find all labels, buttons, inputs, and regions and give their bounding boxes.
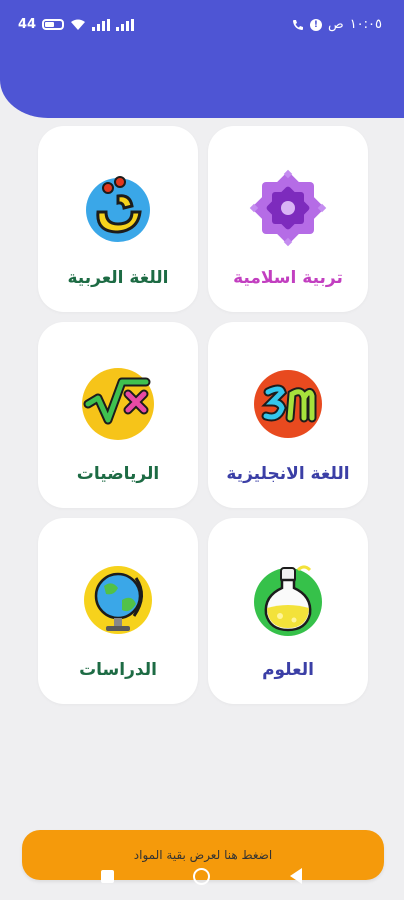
call-icon [292, 19, 303, 30]
subject-card-studies[interactable]: الدراسات [38, 518, 198, 704]
back-icon[interactable] [290, 868, 302, 884]
time: ١٠:٠٥ [349, 17, 382, 32]
wifi-icon [71, 19, 86, 30]
math-sqrt-icon [82, 368, 154, 440]
subject-card-english[interactable]: اللغة الانجليزية [208, 322, 368, 508]
signal-icon-2 [116, 18, 135, 31]
subject-card-science[interactable]: العلوم [208, 518, 368, 704]
recents-icon[interactable] [101, 870, 114, 883]
english-en-icon [254, 370, 322, 438]
battery-icon [42, 19, 65, 30]
status-left: 44 [18, 17, 135, 32]
subject-label-arabic: اللغة العربية [67, 268, 169, 288]
time-period: ص [327, 17, 344, 32]
notification-icon: ! [309, 18, 322, 31]
science-flask-icon [254, 565, 322, 636]
subject-label-math: الرياضيات [76, 464, 160, 484]
status-bar: 44 ! ص ١٠:٠٥ [0, 0, 404, 52]
subject-label-studies: الدراسات [79, 660, 157, 680]
subject-card-math[interactable]: الرياضيات [38, 322, 198, 508]
islamic-star-icon [249, 169, 327, 247]
signal-icon [92, 18, 111, 31]
subject-label-islamic: تربية اسلامية [233, 268, 343, 288]
subject-label-english: اللغة الانجليزية [226, 464, 350, 484]
arabic-letter-icon [86, 176, 150, 242]
subject-card-arabic[interactable]: اللغة العربية [38, 126, 198, 312]
subject-card-islamic[interactable]: تربية اسلامية [208, 126, 368, 312]
system-nav-bar [0, 862, 404, 890]
status-right: ! ص ١٠:٠٥ [292, 17, 382, 32]
subject-label-science: العلوم [262, 660, 314, 680]
globe-icon [84, 566, 152, 634]
battery-level: 44 [18, 17, 37, 32]
home-icon[interactable] [193, 868, 210, 885]
